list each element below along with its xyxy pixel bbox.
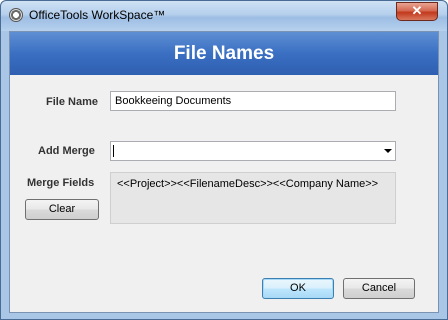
merge-fields-label: Merge Fields bbox=[27, 177, 95, 189]
merge-fields-display: <<Project>><<FilenameDesc>><<Company Nam… bbox=[110, 172, 396, 224]
dialog-window: OfficeTools WorkSpace™ ✕ File Names File… bbox=[0, 0, 448, 320]
merge-fields-text: <<Project>><<FilenameDesc>><<Company Nam… bbox=[117, 178, 379, 190]
close-button[interactable]: ✕ bbox=[396, 2, 438, 21]
dialog-heading: File Names bbox=[173, 43, 275, 64]
ok-button[interactable]: OK bbox=[262, 278, 334, 299]
chevron-down-icon[interactable] bbox=[384, 149, 392, 153]
app-icon[interactable] bbox=[9, 8, 23, 22]
add-merge-label: Add Merge bbox=[38, 145, 95, 157]
clear-button-label: Clear bbox=[48, 203, 76, 215]
file-name-input[interactable]: Bookkeeing Documents bbox=[110, 91, 396, 111]
clear-button[interactable]: Clear bbox=[25, 199, 99, 220]
header-band: File Names bbox=[10, 32, 438, 75]
text-caret bbox=[113, 145, 114, 157]
file-name-label: File Name bbox=[46, 96, 98, 108]
ok-button-label: OK bbox=[290, 282, 306, 294]
close-icon: ✕ bbox=[411, 3, 423, 18]
title-bar[interactable]: OfficeTools WorkSpace™ ✕ bbox=[1, 1, 447, 31]
cancel-button-label: Cancel bbox=[361, 282, 397, 294]
window-title: OfficeTools WorkSpace™ bbox=[29, 8, 166, 22]
cancel-button[interactable]: Cancel bbox=[343, 278, 415, 299]
add-merge-combobox[interactable] bbox=[110, 141, 396, 161]
dialog-body: File Names File Name Bookkeeing Document… bbox=[9, 31, 439, 313]
